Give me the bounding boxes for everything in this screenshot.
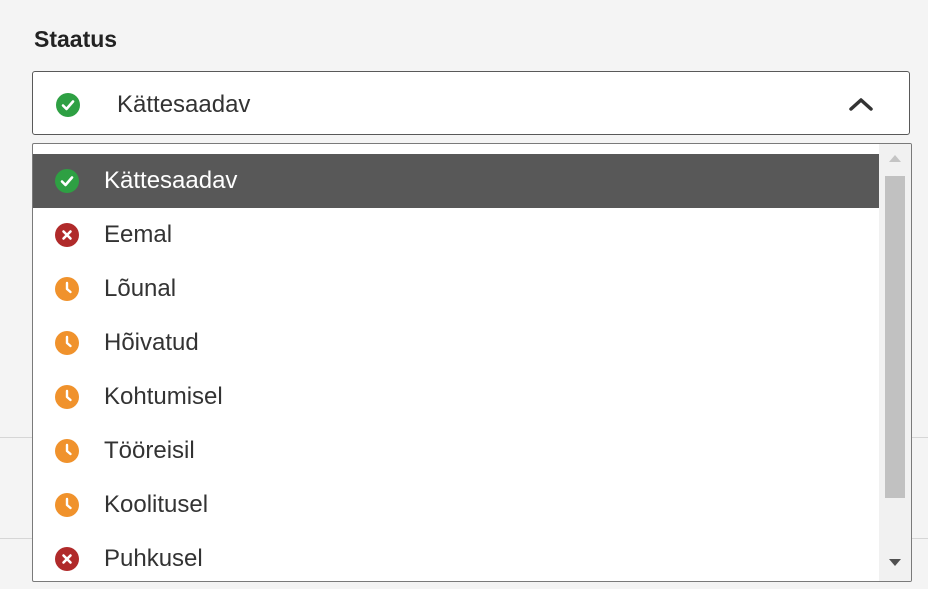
scrollbar-thumb[interactable] (885, 176, 905, 498)
status-dropdown-list: Kättesaadav Eemal Lõunal Hõivatud Kohtumisel… (32, 143, 912, 582)
status-option[interactable]: Lõunal (33, 262, 879, 316)
clock-icon (55, 493, 79, 517)
status-option-label: Hõivatud (104, 329, 199, 356)
chevron-up-icon[interactable] (847, 96, 875, 112)
scroll-down-arrow-icon[interactable] (889, 559, 901, 566)
status-option-label: Eemal (104, 221, 173, 248)
status-option[interactable]: Hõivatud (33, 316, 879, 370)
x-circle-icon (55, 223, 79, 247)
status-option-label: Puhkusel (104, 545, 203, 572)
status-option-label: Koolitusel (104, 491, 209, 518)
status-option[interactable]: Puhkusel (33, 532, 879, 581)
x-circle-icon (55, 547, 79, 571)
clock-icon (55, 439, 79, 463)
check-circle-icon (56, 93, 80, 117)
status-option[interactable]: Tööreisil (33, 424, 879, 478)
status-option-label: Kättesaadav (104, 167, 238, 194)
status-option-label: Tööreisil (104, 437, 195, 464)
clock-icon (55, 331, 79, 355)
status-select[interactable]: Kättesaadav (32, 71, 910, 135)
status-option-label: Kohtumisel (104, 383, 223, 410)
status-options: Kättesaadav Eemal Lõunal Hõivatud Kohtumisel… (33, 154, 879, 581)
clock-icon (55, 277, 79, 301)
status-option[interactable]: Eemal (33, 208, 879, 262)
status-option[interactable]: Koolitusel (33, 478, 879, 532)
status-option[interactable]: Kättesaadav (33, 154, 879, 208)
status-select-value: Kättesaadav (117, 91, 251, 118)
scroll-up-arrow-icon[interactable] (889, 155, 901, 162)
clock-icon (55, 385, 79, 409)
status-option[interactable]: Kohtumisel (33, 370, 879, 424)
scrollbar[interactable] (879, 144, 911, 581)
check-circle-icon (55, 169, 79, 193)
status-field-label: Staatus (34, 26, 118, 52)
status-option-label: Lõunal (104, 275, 177, 302)
